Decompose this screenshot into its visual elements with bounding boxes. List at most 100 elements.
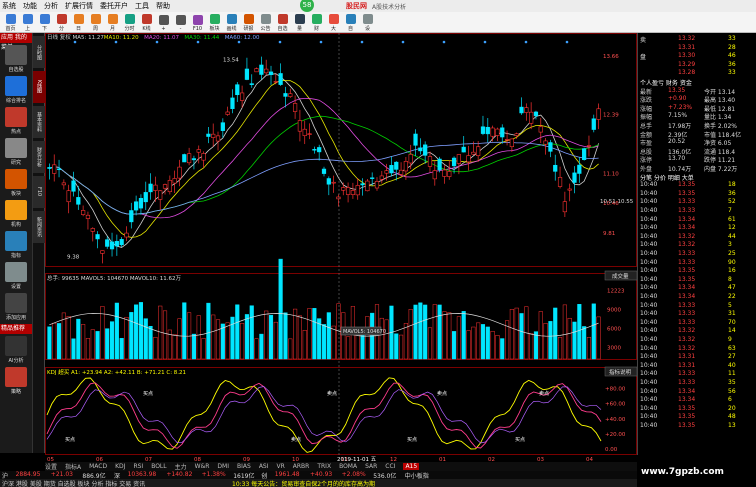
- volume-bar: [283, 312, 288, 360]
- sidebar-app-6[interactable]: 指标: [0, 229, 32, 260]
- indicator-tab-17[interactable]: A15: [403, 463, 420, 470]
- indicator-tab-11[interactable]: VR: [277, 463, 285, 470]
- toolbar-button-6[interactable]: 月: [104, 12, 121, 32]
- menu-item-6[interactable]: 帮助: [156, 1, 170, 11]
- toolbar-button-20[interactable]: 自: [342, 12, 359, 32]
- toolbar-button-13[interactable]: 画线: [223, 12, 240, 32]
- sidebar-app-8[interactable]: 添加应用: [0, 291, 32, 322]
- candle: [365, 180, 370, 192]
- volume-bar: [341, 312, 346, 360]
- indicator-tab-5[interactable]: BOLL: [151, 463, 166, 470]
- toolbar-icon: [345, 14, 356, 24]
- toolbar-button-17[interactable]: 量: [291, 12, 308, 32]
- volume-bar: [557, 337, 563, 360]
- cell: 13.35: [668, 86, 686, 94]
- candle: [138, 198, 144, 209]
- sidebar-app-4[interactable]: 板块: [0, 167, 32, 198]
- indicator-tab-12[interactable]: ARBR: [293, 463, 310, 470]
- app-icon: [5, 335, 27, 356]
- indicator-tab-13[interactable]: TRIX: [317, 463, 331, 470]
- indicator-tab-3[interactable]: KDJ: [115, 463, 125, 470]
- featured-app-1[interactable]: 策略: [0, 365, 32, 396]
- volume-bar: [533, 331, 539, 360]
- indicator-tab-14[interactable]: BOMA: [339, 463, 357, 470]
- cell: 13.35: [678, 275, 696, 283]
- toolbar-button-0[interactable]: 首页: [2, 12, 19, 32]
- candle: [476, 146, 481, 156]
- ticker-news[interactable]: 10:33 每天公告：贸易审查自保2个月的的库存高为期: [232, 479, 375, 487]
- vtab-0[interactable]: 分时图: [33, 36, 45, 68]
- volume-bar: [461, 311, 466, 360]
- toolbar-label: -: [179, 26, 182, 32]
- indicator-tab-4[interactable]: RSI: [133, 463, 143, 470]
- menu-item-2[interactable]: 分析: [44, 1, 58, 11]
- candle: [292, 103, 298, 112]
- sidebar-app-3[interactable]: 研究: [0, 136, 32, 167]
- toolbar-button-12[interactable]: 板块: [206, 12, 223, 32]
- tick-row: 10:40 13.31 27: [638, 353, 756, 361]
- osc-annotation: 卖点: [437, 391, 447, 397]
- sidebar-app-1[interactable]: 综合排名: [0, 74, 32, 105]
- chart-area[interactable]: 日线 复权 MA5: 11.27 MA10: 11.20 MA20: 11.07 MA…: [45, 33, 638, 463]
- event-marker: [319, 40, 323, 44]
- volume-tooltip-text: MAVOL5: 104670: [343, 329, 386, 335]
- indicator-tab-16[interactable]: CCI: [385, 463, 395, 470]
- volume-bar: [81, 324, 86, 360]
- toolbar-button-16[interactable]: 自选: [274, 12, 291, 32]
- candle: [408, 154, 413, 164]
- featured-app-0[interactable]: AI分析: [0, 334, 32, 365]
- osc-axis-label: +20.00: [605, 432, 626, 438]
- indicator-tab-8[interactable]: DMI: [217, 463, 229, 470]
- indicator-tab-0[interactable]: 设置: [45, 462, 57, 471]
- menu-item-4[interactable]: 委托开户: [100, 1, 128, 11]
- sidebar-app-5[interactable]: 机构: [0, 198, 32, 229]
- toolbar-button-15[interactable]: 公告: [257, 12, 274, 32]
- toolbar-button-2[interactable]: 下: [36, 12, 53, 32]
- vtab-5[interactable]: 新闻资讯: [33, 211, 45, 243]
- toolbar-button-5[interactable]: 周: [87, 12, 104, 32]
- osc-annotation: 卖点: [539, 391, 549, 397]
- toolbar-button-18[interactable]: 财: [308, 12, 325, 32]
- volume-bar: [95, 331, 100, 360]
- toolbar-button-9[interactable]: +: [155, 12, 172, 32]
- ticker-nav[interactable]: 沪深 港股 美股 期货 自选股 板块 分析 指标 交易 资讯: [2, 479, 145, 487]
- toolbar-button-19[interactable]: 大: [325, 12, 342, 32]
- menu-item-0[interactable]: 系统: [2, 1, 16, 11]
- sidebar-app-0[interactable]: 自选股: [0, 43, 32, 74]
- toolbar-button-11[interactable]: F10: [189, 12, 206, 32]
- volume-bar: [476, 322, 481, 360]
- toolbar-button-3[interactable]: 分: [53, 12, 70, 32]
- cell: 13.35: [678, 404, 696, 412]
- candle: [283, 93, 288, 97]
- vtab-4[interactable]: F10: [33, 176, 45, 208]
- vtab-3[interactable]: 财务分析: [33, 141, 45, 173]
- toolbar-button-10[interactable]: -: [172, 12, 189, 32]
- toolbar-button-8[interactable]: K线: [138, 12, 155, 32]
- toolbar-button-7[interactable]: 分时: [121, 12, 138, 32]
- menu-item-3[interactable]: 扩展行情: [65, 1, 93, 11]
- indicator-tab-9[interactable]: BIAS: [237, 463, 251, 470]
- indicator-tab-7[interactable]: W&R: [195, 463, 210, 470]
- indicator-tab-1[interactable]: 指标A: [65, 462, 81, 471]
- volume-bar: [346, 336, 351, 360]
- indicator-tab-10[interactable]: ASI: [259, 463, 269, 470]
- indicator-tab-2[interactable]: MACD: [89, 463, 107, 470]
- vtab-1[interactable]: K线图: [33, 71, 45, 103]
- indicator-tab-15[interactable]: SAR: [365, 463, 377, 470]
- toolbar-button-4[interactable]: 日: [70, 12, 87, 32]
- indicator-tab-6[interactable]: 主力: [175, 462, 187, 471]
- sidebar-app-2[interactable]: 热点: [0, 105, 32, 136]
- toolbar-button-14[interactable]: 研报: [240, 12, 257, 32]
- cell: 13.32: [678, 327, 696, 335]
- sidebar-app-7[interactable]: 设置: [0, 260, 32, 291]
- menu-item-1[interactable]: 功能: [23, 1, 37, 11]
- menu-item-5[interactable]: 工具: [135, 1, 149, 11]
- volume-bar: [162, 310, 168, 360]
- vtab-2[interactable]: 基本资料: [33, 106, 45, 138]
- cell: 13.29: [678, 60, 696, 68]
- toolbar-button-1[interactable]: 上: [19, 12, 36, 32]
- toolbar-button-21[interactable]: 设: [359, 12, 376, 32]
- volume-bar: [365, 316, 370, 360]
- cell: 10:40: [640, 422, 658, 429]
- candle: [471, 151, 476, 155]
